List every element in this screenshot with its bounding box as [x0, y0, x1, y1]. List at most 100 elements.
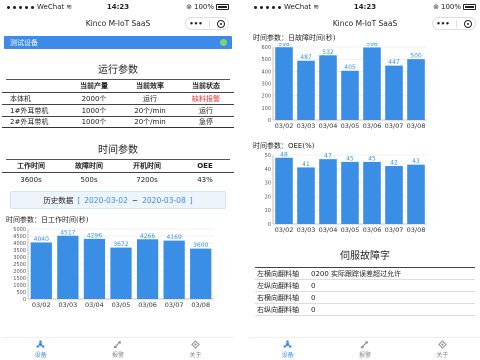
table-cell: 3600s	[20, 175, 42, 184]
battery-icon	[463, 4, 476, 10]
servo-fault-list: 左横向翻料轴 0200 实际跟踪误差超过允许 左纵向翻料轴 0 右横向翻料轴 0…	[255, 267, 475, 316]
data-label: 45	[346, 155, 354, 162]
bar	[110, 247, 132, 299]
carrier: WeChat	[37, 3, 65, 11]
table-header-cell: OEE	[197, 162, 213, 170]
y-tick-label: 10	[265, 208, 271, 214]
x-tick-label: 03/03	[297, 226, 316, 234]
device-icon	[36, 339, 45, 348]
bar	[275, 47, 293, 120]
tab-device[interactable]: 设备	[2, 338, 79, 360]
y-tick-label: 1500	[13, 276, 26, 282]
x-tick-label: 03/02	[275, 226, 294, 234]
axis-name: 左纵向翻料轴	[257, 281, 299, 290]
lock-icon: ⊚	[186, 3, 192, 11]
table-cell: 运行	[143, 94, 157, 103]
x-tick-label: 03/04	[85, 301, 104, 309]
battery-text: 100%	[440, 3, 461, 11]
data-label: 47	[324, 153, 332, 160]
data-label: 45	[368, 155, 376, 162]
device-selector[interactable]: 测试设备	[4, 36, 232, 49]
list-item: 右纵向翻料轴 0	[255, 304, 475, 316]
table-cell: 1000个	[81, 106, 107, 115]
bar	[190, 248, 212, 299]
alarm-status: 缺料报警	[192, 94, 220, 103]
bar	[341, 161, 359, 224]
tab-alarm[interactable]: 报警	[79, 338, 156, 360]
table-header-cell: 工作时间	[17, 162, 45, 170]
y-tick-label: 1000	[13, 283, 26, 289]
y-tick-label: 4500	[13, 234, 26, 240]
device-icon	[283, 339, 292, 348]
tab-label: 报警	[358, 351, 371, 359]
data-label: 405	[344, 64, 356, 71]
y-tick-label: 0	[268, 222, 271, 228]
bar	[83, 238, 106, 299]
tab-device[interactable]: 设备	[249, 338, 326, 360]
signal-icon	[7, 5, 10, 9]
bar	[407, 164, 425, 224]
table-header-cell: 故障时间	[75, 162, 103, 170]
tab-about[interactable]: 关于	[157, 338, 234, 360]
table-cell: 7200s	[136, 175, 158, 184]
nav-bar: Kinco M-IoT SaaS •••	[249, 14, 480, 32]
work-time-chart: 0500100015002000250030003500400045005000…	[13, 227, 214, 309]
history-date-range[interactable]: 历史数据 [ 2020-03-02 ~ 2020-03-08 ]	[10, 191, 226, 209]
x-tick-label: 03/07	[385, 226, 404, 234]
table-cell: 2000个	[81, 94, 107, 103]
axis-name: 左横向翻料轴	[257, 269, 299, 278]
data-label: 532	[322, 49, 334, 56]
online-status-icon	[220, 39, 227, 46]
table-header-cell: 当前状态	[192, 82, 220, 90]
bar	[319, 159, 337, 224]
data-label: 596	[366, 43, 378, 48]
table-cell: 本体机	[10, 94, 31, 103]
x-tick-label: 03/02	[275, 122, 294, 130]
y-tick-label: 40	[265, 167, 271, 173]
x-tick-label: 03/06	[363, 122, 382, 130]
device-name: 测试设备	[10, 38, 38, 47]
table-cell: 20个/min	[134, 118, 166, 126]
tab-alarm[interactable]: 报警	[326, 338, 403, 360]
y-tick-label: 4000	[13, 241, 26, 247]
y-tick-label: 5000	[13, 227, 26, 233]
battery-icon	[216, 4, 229, 10]
tab-label: 设备	[281, 351, 294, 359]
y-tick-label: 2000	[13, 269, 26, 275]
close-icon[interactable]	[216, 19, 225, 28]
start-date[interactable]: 2020-03-02	[84, 196, 128, 205]
y-tick-label: 20	[265, 194, 271, 200]
table-header: 工作时间 故障时间 开机时间 OEE	[2, 160, 234, 172]
data-label: 4169	[167, 234, 182, 241]
bar	[297, 167, 315, 224]
fault-description: 实际跟踪误差超过允许	[331, 269, 401, 278]
more-icon[interactable]: •••	[189, 20, 202, 28]
table-cell: 43%	[197, 175, 213, 184]
close-icon[interactable]	[463, 19, 472, 28]
fault-time-chart: 0 100 200 300 400 500 600 598 03/02 487 03/03 532 03…	[261, 41, 427, 130]
chart-title: 时间参数：OEE(%)	[253, 142, 315, 150]
run-params-title: 运行参数	[98, 65, 138, 76]
data-label: 4296	[87, 232, 102, 239]
data-label: 487	[300, 54, 312, 61]
y-tick-label: 500	[261, 57, 271, 63]
bar	[297, 60, 315, 120]
chart-title: 时间参数：日故障时间(秒)	[253, 34, 336, 42]
more-icon[interactable]: •••	[436, 20, 449, 28]
x-tick-label: 03/07	[165, 301, 184, 309]
phone-right: WeChat ≋ 14:23 ⊚ 100% Kinco M-IoT SaaS •…	[249, 0, 480, 360]
x-tick-label: 03/07	[385, 122, 404, 130]
y-tick-label: 0	[23, 297, 26, 303]
x-tick-label: 03/05	[341, 122, 360, 130]
end-date[interactable]: 2020-03-08	[142, 196, 186, 205]
y-tick-label: 0	[268, 118, 271, 124]
y-tick-label: 2500	[13, 262, 26, 268]
time-params-title: 时间参数	[98, 145, 138, 156]
wifi-icon: ≋	[66, 3, 73, 11]
tab-about[interactable]: 关于	[404, 338, 480, 360]
servo-fault-title: 伺服故障字	[340, 251, 390, 262]
about-icon	[438, 339, 447, 349]
phone-left: WeChat ≋ 14:23 ⊚ 100% Kinco M-IoT SaaS •…	[2, 0, 234, 360]
data-label: 500	[410, 53, 422, 60]
chart-title: 时间参数：日工作时间(秒)	[6, 216, 89, 224]
